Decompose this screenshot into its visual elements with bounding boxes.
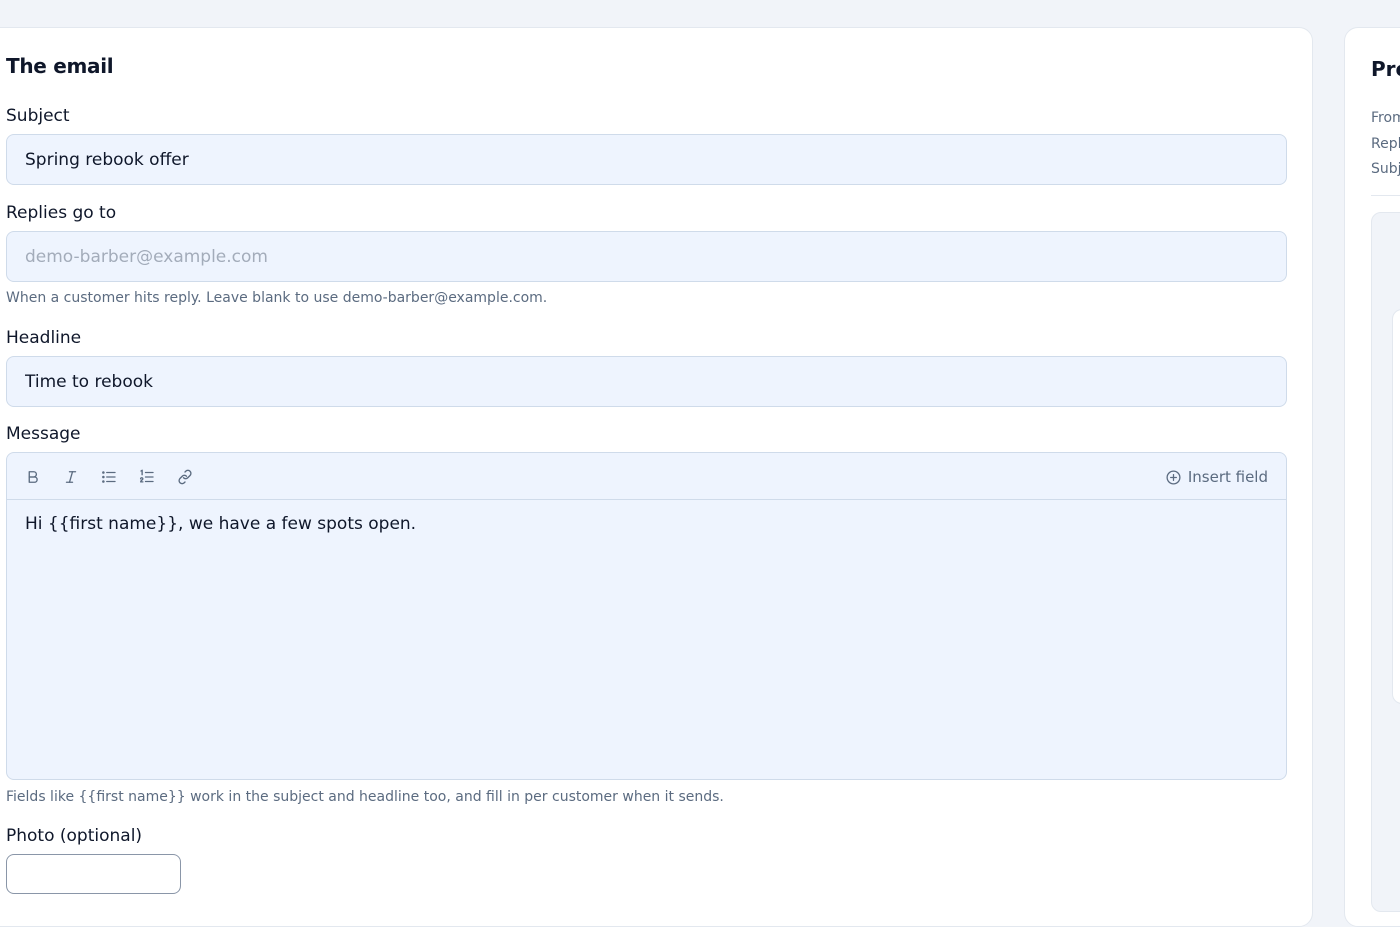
italic-icon[interactable] bbox=[59, 465, 83, 489]
numbered-list-icon[interactable] bbox=[135, 465, 159, 489]
preview-email-body bbox=[1392, 309, 1400, 704]
replies-to-help: When a customer hits reply. Leave blank … bbox=[6, 290, 548, 306]
bold-icon[interactable] bbox=[21, 465, 45, 489]
section-title: The email bbox=[6, 54, 114, 78]
photo-upload-button[interactable] bbox=[6, 854, 181, 894]
insert-field-button[interactable]: Insert field bbox=[1165, 465, 1268, 489]
message-label: Message bbox=[6, 424, 81, 444]
headline-label: Headline bbox=[6, 328, 82, 348]
message-editor[interactable]: Insert field Hi {{first name}}, we have … bbox=[6, 452, 1287, 780]
preview-card: Pre From Repl Subj bbox=[1344, 27, 1400, 927]
preview-frame bbox=[1371, 212, 1400, 912]
preview-reply-label: Repl bbox=[1371, 136, 1400, 152]
preview-from-label: From bbox=[1371, 110, 1400, 126]
preview-subject-label: Subj bbox=[1371, 161, 1400, 177]
headline-input[interactable] bbox=[6, 356, 1287, 407]
editor-toolbar: Insert field bbox=[7, 453, 1286, 500]
preview-title: Pre bbox=[1371, 57, 1400, 81]
subject-label: Subject bbox=[6, 106, 70, 126]
replies-to-input[interactable] bbox=[6, 231, 1287, 282]
plus-circle-icon bbox=[1166, 469, 1181, 485]
bullet-list-icon[interactable] bbox=[97, 465, 121, 489]
photo-label: Photo (optional) bbox=[6, 826, 143, 846]
message-body[interactable]: Hi {{first name}}, we have a few spots o… bbox=[25, 514, 1268, 534]
replies-to-label: Replies go to bbox=[6, 203, 117, 223]
link-icon[interactable] bbox=[173, 465, 197, 489]
message-help: Fields like {{first name}} work in the s… bbox=[6, 789, 724, 805]
subject-input[interactable] bbox=[6, 134, 1287, 185]
preview-divider bbox=[1371, 195, 1400, 196]
insert-field-label: Insert field bbox=[1187, 468, 1268, 486]
